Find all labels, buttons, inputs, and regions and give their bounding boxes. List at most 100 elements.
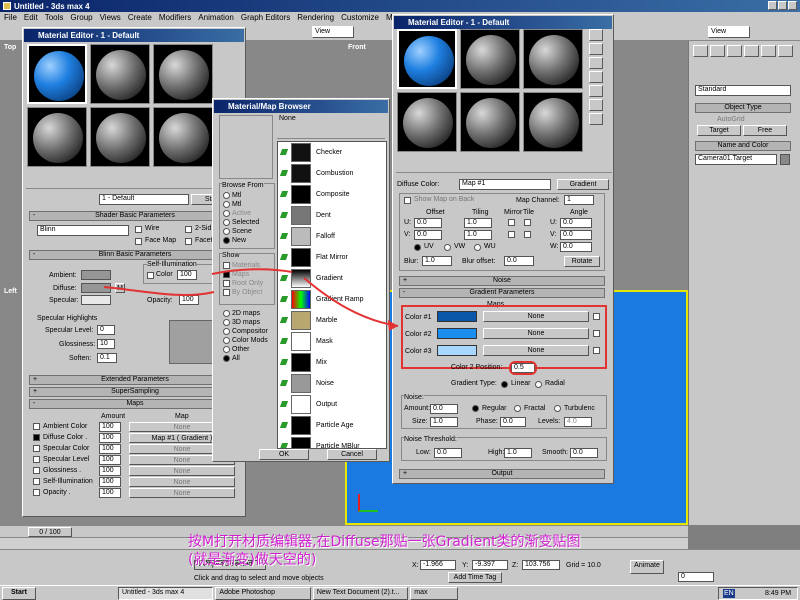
menu-item[interactable]: Rendering bbox=[297, 12, 334, 23]
faceted-checkbox[interactable] bbox=[185, 238, 192, 245]
taskbar-task-button[interactable]: Adobe Photoshop bbox=[215, 587, 311, 600]
start-button[interactable]: Start bbox=[2, 587, 36, 600]
gradient-color-map-button[interactable]: None bbox=[483, 345, 589, 356]
sample-slot-1[interactable] bbox=[27, 44, 87, 104]
map-type-list[interactable]: Checker Combustion Composite Dent Falloff Fla… bbox=[277, 141, 387, 449]
show-checkbox[interactable] bbox=[223, 271, 230, 278]
gradient-color-swatch[interactable] bbox=[437, 311, 477, 322]
map-type-item[interactable]: Dent bbox=[278, 205, 386, 226]
map-type-item[interactable]: Gradient bbox=[278, 268, 386, 289]
gradient-params-rollout[interactable]: - Gradient Parameters bbox=[399, 288, 605, 298]
map-amount-spinner[interactable]: 100 bbox=[99, 466, 121, 476]
close-button[interactable] bbox=[788, 1, 797, 10]
show-checkbox[interactable] bbox=[223, 262, 230, 269]
browser-ok-button[interactable]: OK bbox=[259, 449, 309, 460]
time-slider-thumb[interactable]: 0 / 100 bbox=[28, 527, 72, 537]
ambient-swatch[interactable] bbox=[81, 270, 111, 280]
view-dropdown[interactable]: View bbox=[312, 26, 354, 38]
make-preview-icon[interactable] bbox=[589, 99, 603, 111]
diffuse-map-button[interactable]: M bbox=[115, 283, 125, 293]
v-tile-checkbox[interactable] bbox=[524, 231, 531, 238]
self-illum-spinner[interactable]: 100 bbox=[177, 270, 197, 280]
supersampling-rollout[interactable]: + SuperSampling bbox=[29, 387, 241, 397]
map-type-item[interactable]: Combustion bbox=[278, 163, 386, 184]
map-enable-checkbox[interactable] bbox=[33, 456, 40, 463]
taskbar-task-button[interactable]: Untitled - 3ds max 4 bbox=[118, 587, 214, 600]
gradient-color-map-checkbox[interactable] bbox=[593, 330, 600, 337]
noise-levels-spinner[interactable]: 4.0 bbox=[564, 417, 592, 427]
menu-item[interactable]: Graph Editors bbox=[241, 12, 290, 23]
target-button[interactable]: Target bbox=[697, 125, 741, 136]
noise-phase-spinner[interactable]: 0.0 bbox=[500, 417, 526, 427]
menu-item[interactable]: Views bbox=[100, 12, 121, 23]
u-tile-checkbox[interactable] bbox=[524, 219, 531, 226]
map-type-item[interactable]: Gradient Ramp bbox=[278, 289, 386, 310]
video-check-icon[interactable] bbox=[589, 85, 603, 97]
self-illum-color-checkbox[interactable] bbox=[147, 272, 154, 279]
map-amount-spinner[interactable]: 100 bbox=[99, 477, 121, 487]
low-spinner[interactable]: 0.0 bbox=[434, 448, 462, 458]
utilities-tab[interactable] bbox=[778, 45, 793, 57]
soften-spinner[interactable]: 0.1 bbox=[97, 353, 117, 363]
wu-radio[interactable] bbox=[474, 244, 481, 251]
linear-radio[interactable] bbox=[501, 381, 508, 388]
browser-cancel-button[interactable]: Cancel bbox=[327, 449, 377, 460]
smooth-spinner[interactable]: 0.0 bbox=[570, 448, 598, 458]
gradient-color-swatch[interactable] bbox=[437, 345, 477, 356]
v-tiling-spinner[interactable]: 1.0 bbox=[464, 230, 492, 240]
glossiness-spinner[interactable]: 10 bbox=[97, 339, 115, 349]
map-enable-checkbox[interactable] bbox=[33, 434, 40, 441]
map-type-item[interactable]: Mask bbox=[278, 331, 386, 352]
map-enable-checkbox[interactable] bbox=[33, 467, 40, 474]
maps-rollout[interactable]: - Maps bbox=[29, 399, 241, 409]
me2-sample-slot-3[interactable] bbox=[523, 29, 583, 89]
regular-radio[interactable] bbox=[472, 405, 479, 412]
menu-item[interactable]: Create bbox=[128, 12, 152, 23]
me2-sample-slot-6[interactable] bbox=[523, 92, 583, 152]
map-type-item[interactable]: Output bbox=[278, 394, 386, 415]
menu-item[interactable]: Modifiers bbox=[159, 12, 191, 23]
map-type-item[interactable]: Flat Mirror bbox=[278, 247, 386, 268]
output-rollout[interactable]: + Output bbox=[399, 469, 605, 479]
shader-basic-rollout[interactable]: - Shader Basic Parameters bbox=[29, 211, 241, 221]
blur-spinner[interactable]: 1.0 bbox=[422, 256, 452, 266]
noise-amount-spinner[interactable]: 0.0 bbox=[430, 404, 458, 414]
display-tab[interactable] bbox=[761, 45, 776, 57]
option-radio[interactable] bbox=[223, 228, 230, 235]
gradient-color-map-checkbox[interactable] bbox=[593, 313, 600, 320]
current-frame-field[interactable]: 0 bbox=[678, 572, 714, 582]
map-type-item[interactable]: Particle MBlur bbox=[278, 436, 386, 448]
extended-params-rollout[interactable]: + Extended Parameters bbox=[29, 375, 241, 385]
map-enable-checkbox[interactable] bbox=[33, 423, 40, 430]
animate-button[interactable]: Animate bbox=[630, 560, 664, 574]
hierarchy-tab[interactable] bbox=[727, 45, 742, 57]
object-type-rollout[interactable]: Object Type bbox=[695, 103, 791, 113]
option-radio[interactable] bbox=[223, 319, 230, 326]
minimize-button[interactable] bbox=[768, 1, 777, 10]
diffuse-swatch[interactable] bbox=[81, 283, 111, 293]
blur-offset-spinner[interactable]: 0.0 bbox=[504, 256, 534, 266]
fractal-radio[interactable] bbox=[514, 405, 521, 412]
show-checkbox[interactable] bbox=[223, 280, 230, 287]
me2-gradient-type-button[interactable]: Gradient bbox=[557, 179, 609, 190]
option-radio[interactable] bbox=[223, 219, 230, 226]
menu-item[interactable]: Customize bbox=[341, 12, 379, 23]
sample-slot-5[interactable] bbox=[90, 107, 150, 167]
map-amount-spinner[interactable]: 100 bbox=[99, 444, 121, 454]
u-tiling-spinner[interactable]: 1.0 bbox=[464, 218, 492, 228]
map-amount-spinner[interactable]: 100 bbox=[99, 455, 121, 465]
map-type-item[interactable]: Mix bbox=[278, 352, 386, 373]
turbulence-radio[interactable] bbox=[554, 405, 561, 412]
wire-checkbox[interactable] bbox=[135, 226, 142, 233]
v-offset-spinner[interactable]: 0.0 bbox=[414, 230, 442, 240]
me2-sample-slot-1[interactable] bbox=[397, 29, 457, 89]
w-angle-spinner[interactable]: 0.0 bbox=[560, 242, 592, 252]
taskbar-task-button[interactable]: max bbox=[410, 587, 458, 600]
map-type-item[interactable]: Checker bbox=[278, 142, 386, 163]
map-type-item[interactable]: Falloff bbox=[278, 226, 386, 247]
option-radio[interactable] bbox=[223, 337, 230, 344]
view-dropdown-right[interactable]: View bbox=[708, 26, 750, 38]
map-type-item[interactable]: Particle Age bbox=[278, 415, 386, 436]
category-dropdown[interactable]: Standard bbox=[695, 85, 791, 96]
uv-radio[interactable] bbox=[414, 244, 421, 251]
